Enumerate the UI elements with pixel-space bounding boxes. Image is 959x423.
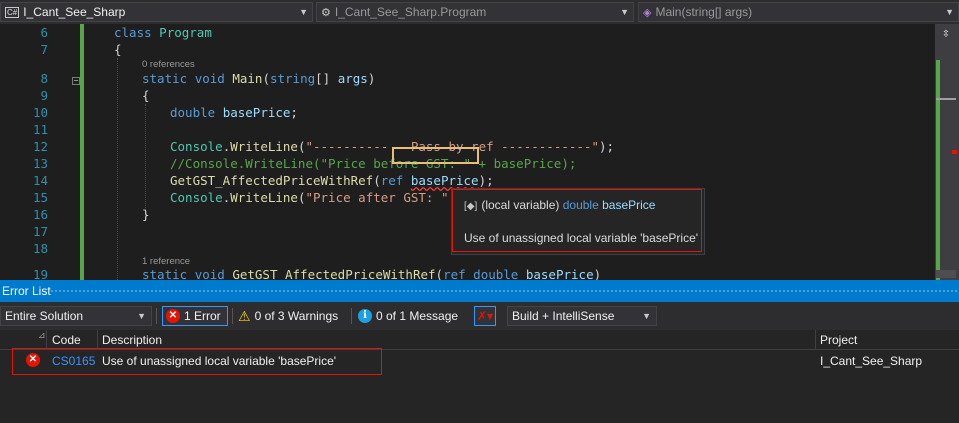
split-window-icon[interactable]: ⇳: [942, 26, 950, 41]
line-number: 19: [32, 267, 48, 280]
code-line-16: }: [142, 207, 150, 222]
info-icon: i: [358, 309, 372, 323]
column-separator[interactable]: [97, 330, 98, 349]
line-number: 9: [40, 88, 48, 103]
column-header-project[interactable]: Project: [820, 333, 857, 347]
annotation-highlight-box: [392, 147, 479, 164]
class-dropdown[interactable]: ⚙ I_Cant_See_Sharp.Program ▼: [316, 2, 634, 22]
scrollbar-error-marker: [952, 150, 957, 154]
annotation-tooltip-box: [452, 189, 702, 252]
class-dropdown-label: I_Cant_See_Sharp.Program: [334, 5, 487, 19]
chevron-down-icon: ▼: [642, 311, 651, 321]
toolbar-separator: [351, 308, 352, 324]
line-number: 15: [32, 190, 48, 205]
chevron-down-icon: ▼: [620, 7, 629, 17]
scope-dropdown[interactable]: Entire Solution ▼: [0, 306, 152, 326]
sort-icon[interactable]: ⊿: [38, 330, 46, 341]
scrollbar-thumb[interactable]: [936, 270, 956, 278]
line-number: 11: [32, 122, 48, 137]
error-list-title: Error List: [2, 284, 51, 298]
error-list-titlebar[interactable]: Error List: [0, 280, 959, 302]
errors-filter-button[interactable]: ✕ 1 Error: [162, 306, 228, 326]
code-line-10: double basePrice;: [170, 105, 298, 120]
line-number: 6: [40, 25, 48, 40]
error-project: I_Cant_See_Sharp: [820, 354, 923, 368]
method-icon: ◈: [643, 6, 652, 19]
warning-icon: ⚠: [238, 307, 251, 324]
filter-errors-icon[interactable]: ✗▾: [474, 306, 496, 326]
indent-guide: [145, 104, 146, 216]
warnings-filter-button[interactable]: ⚠ 0 of 3 Warnings: [235, 306, 347, 326]
messages-filter-button[interactable]: i 0 of 1 Message: [355, 306, 465, 326]
collapse-icon[interactable]: −: [72, 77, 80, 85]
code-line-15: Console.WriteLine("Price after GST: " +: [170, 190, 464, 205]
column-separator[interactable]: [815, 330, 816, 349]
column-header-code[interactable]: Code: [52, 333, 81, 347]
code-line-13: //Console.WriteLine("Price before GST: "…: [170, 156, 577, 171]
project-dropdown-label: I_Cant_See_Sharp: [23, 5, 126, 19]
code-line-6: class Program: [114, 25, 212, 40]
code-line-9: {: [142, 88, 150, 103]
line-number: 12: [32, 139, 48, 154]
chevron-down-icon: ▼: [137, 311, 146, 321]
line-number: 10: [32, 105, 48, 120]
column-header-description[interactable]: Description: [102, 333, 162, 347]
codelens-references[interactable]: 1 reference: [142, 256, 190, 267]
build-intellisense-dropdown[interactable]: Build + IntelliSense ▼: [507, 306, 657, 326]
line-number: 17: [32, 224, 48, 239]
error-list-grid: ⊿ Code Description Project ✕ CS0165 Use …: [0, 330, 959, 423]
line-number: 18: [32, 241, 48, 256]
indent-guide: [117, 58, 118, 280]
class-icon: ⚙: [321, 6, 331, 19]
code-line-19: static void GetGST_AffectedPriceWithRef(…: [142, 267, 602, 280]
change-tracking-bar: [80, 24, 84, 280]
csharp-project-icon: C#: [5, 6, 20, 18]
toolbar-separator: [232, 308, 233, 324]
codelens-references[interactable]: 0 references: [142, 59, 195, 70]
code-line-7: {: [114, 42, 122, 57]
line-number: 16: [32, 207, 48, 222]
error-squiggle: basePrice: [410, 173, 479, 188]
column-separator[interactable]: [46, 330, 47, 349]
titlebar-grip: [50, 289, 959, 294]
scope-dropdown-label: Entire Solution: [5, 309, 84, 323]
member-dropdown[interactable]: ◈ Main(string[] args) ▼: [638, 2, 959, 22]
chevron-down-icon: ▼: [299, 7, 308, 17]
scrollbar-change-marker: [936, 60, 940, 280]
error-icon: ✕: [166, 309, 180, 323]
grid-header: ⊿ Code Description Project: [0, 330, 959, 350]
code-line-14: GetGST_AffectedPriceWithRef(ref basePric…: [170, 173, 494, 188]
code-line-8: static void Main(string[] args): [142, 71, 376, 86]
member-dropdown-label: Main(string[] args): [655, 5, 753, 19]
build-dropdown-label: Build + IntelliSense: [512, 309, 615, 323]
project-dropdown[interactable]: C# I_Cant_See_Sharp ▼: [0, 2, 313, 22]
line-number: 14: [32, 173, 48, 188]
annotation-error-row-box: [12, 348, 382, 375]
chevron-down-icon: ▼: [945, 7, 954, 17]
line-number: 13: [32, 156, 48, 171]
line-number: 7: [40, 42, 48, 57]
navigation-bar: C# I_Cant_See_Sharp ▼ ⚙ I_Cant_See_Sharp…: [0, 0, 959, 25]
scrollbar-caret-marker: [936, 98, 956, 100]
toolbar-separator: [156, 308, 157, 324]
line-number: 8: [40, 71, 48, 86]
